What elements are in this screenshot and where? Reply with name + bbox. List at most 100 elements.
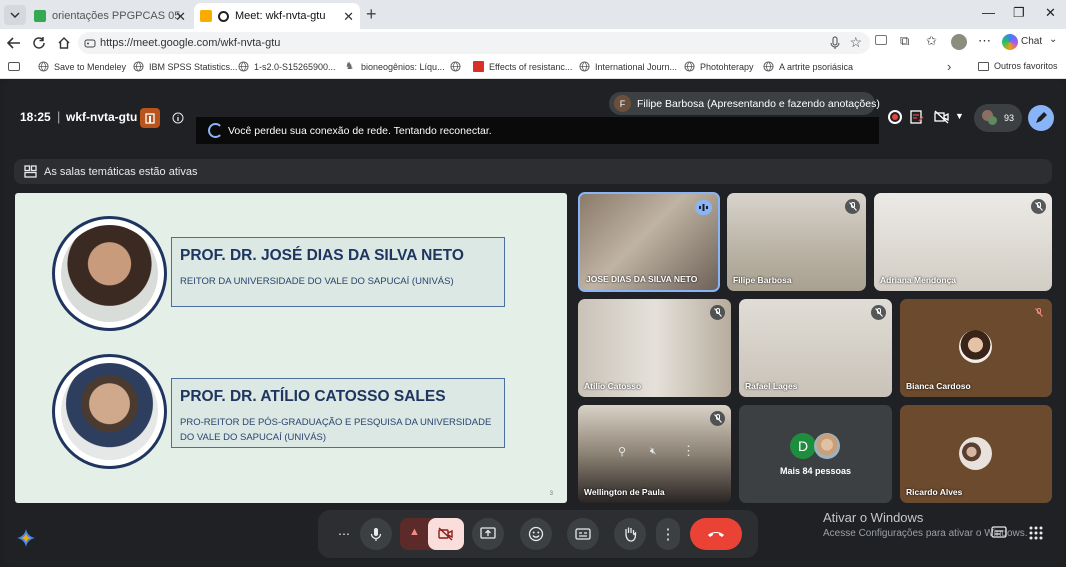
reload-icon[interactable] (29, 33, 49, 53)
present-screen-button[interactable] (472, 518, 504, 550)
other-favorites-folder[interactable]: Outros favoritos (978, 61, 1058, 71)
host-controls-icon[interactable] (140, 108, 160, 128)
more-controls-icon[interactable]: ⋯ (328, 518, 360, 550)
participant-tile[interactable]: Filipe Barbosa (727, 193, 866, 291)
reading-list-icon[interactable] (8, 62, 20, 71)
microphone-button[interactable] (360, 518, 392, 550)
browser-tab-strip: orientações PPGPCAS 05-08-2026 ✕ Meet: w… (0, 0, 1066, 29)
participant-tile[interactable]: Rafael Lages (739, 299, 892, 397)
camera-off-button[interactable] (428, 518, 464, 550)
more-options-icon[interactable]: ⋮ (682, 443, 695, 459)
extensions-icon[interactable]: ⧉ (900, 33, 909, 49)
dropdown-arrow-icon[interactable]: ▼ (955, 111, 964, 121)
back-icon[interactable] (4, 33, 24, 53)
window-close-icon[interactable]: ✕ (1045, 5, 1056, 21)
chevron-down-icon[interactable]: ⌄ (1049, 34, 1057, 45)
chevron-up-icon[interactable]: ▲ (409, 526, 420, 538)
participant-tile[interactable]: Ricardo Alves (900, 405, 1052, 503)
mic-off-icon (710, 411, 725, 426)
participant-tile[interactable]: ⚲ 🔇︎ ⋮ Wellington de Paula (578, 405, 731, 503)
participant-tile[interactable]: Bianca Cardoso (900, 299, 1052, 397)
captions-button[interactable] (567, 518, 599, 550)
bookmark-item[interactable]: Photohterapy (684, 61, 754, 72)
annotation-pen-button[interactable] (1028, 105, 1054, 131)
reactions-button[interactable] (520, 518, 552, 550)
notes-icon[interactable] (910, 110, 924, 124)
participant-tile[interactable]: JOSE DIAS DA SILVA NETO (578, 192, 720, 292)
mic-off-icon (710, 305, 725, 320)
participants-button[interactable]: 93 (974, 104, 1022, 132)
raise-hand-button[interactable] (614, 518, 646, 550)
network-warning-text: Você perdeu sua conexão de rede. Tentand… (228, 124, 492, 137)
pin-icon[interactable]: ⚲ (618, 445, 626, 458)
info-icon[interactable] (172, 112, 184, 124)
chat-label[interactable]: Chat (1021, 36, 1042, 47)
bookmark-item[interactable]: Save to Mendeley (38, 61, 126, 72)
recording-icon[interactable] (888, 110, 902, 124)
chevron-right-icon[interactable]: › (947, 59, 951, 74)
breakout-banner-text: As salas temáticas estão ativas (44, 165, 198, 178)
meeting-time: 18:25 (20, 110, 51, 124)
address-bar[interactable]: https://meet.google.com/wkf-nvta-gtu ☆ (78, 32, 870, 54)
more-participants-label: Mais 84 pessoas (779, 466, 852, 476)
captions-icon (575, 528, 591, 540)
participant-tile[interactable]: Atilio Catosso (578, 299, 731, 397)
tab-orientacoes[interactable]: orientações PPGPCAS 05-08-2026 ✕ (28, 3, 192, 29)
participant-name: Atilio Catosso (584, 381, 642, 391)
slide-page-number: 3 (549, 491, 553, 497)
speaker-name-card: PROF. DR. ATÍLIO CATOSSO SALES PRO-REITO… (171, 378, 505, 448)
close-tab-icon[interactable]: ✕ (175, 9, 186, 25)
speaking-indicator-icon (695, 200, 712, 215)
maximize-icon[interactable]: ❐ (1013, 5, 1025, 21)
profile-avatar[interactable] (951, 34, 967, 50)
site-info-icon[interactable] (84, 37, 96, 49)
bookmark-item[interactable]: 1-s2.0-S15265900... (238, 61, 336, 72)
participant-count: 93 (1003, 113, 1014, 123)
windows-activation-title: Ativar o Windows (823, 510, 924, 525)
bookmark-item[interactable]: A artrite psoriásica (763, 61, 853, 72)
participant-tile[interactable]: Adriana Mendonça (874, 193, 1052, 291)
gemini-icon[interactable] (16, 528, 36, 548)
minimize-icon[interactable]: — (982, 5, 995, 20)
home-icon[interactable] (54, 33, 74, 53)
presenter-chip[interactable]: F Filipe Barbosa (Apresentando e fazendo… (609, 92, 880, 115)
participant-name: Adriana Mendonça (880, 275, 957, 285)
camera-icon[interactable] (875, 35, 887, 45)
presenter-label: Filipe Barbosa (Apresentando e fazendo a… (637, 97, 880, 110)
avatar: F (614, 95, 631, 112)
copilot-icon[interactable] (1002, 34, 1018, 50)
favorites-icon[interactable]: ✩ (926, 33, 937, 49)
chat-icon[interactable] (991, 526, 1007, 540)
avatar (959, 330, 992, 363)
avatar (959, 437, 992, 470)
bookmark-item[interactable]: International Journ... (579, 61, 677, 72)
recording-icon (218, 10, 229, 22)
favorite-star-icon[interactable]: ☆ (849, 34, 862, 51)
more-participants-tile[interactable]: D Mais 84 pessoas (739, 405, 892, 503)
new-tab-icon[interactable]: + (366, 4, 377, 25)
folder-icon (978, 61, 989, 71)
url-text: https://meet.google.com/wkf-nvta-gtu (100, 37, 281, 49)
bookmark-label: bioneogênios: Líqu... (361, 61, 445, 72)
more-menu-icon[interactable]: ⋯ (978, 33, 991, 49)
raise-hand-icon (625, 527, 637, 542)
bookmark-item[interactable]: ♞ bioneogênios: Líqu... (345, 61, 445, 72)
activities-grid-icon[interactable] (1029, 526, 1043, 540)
close-tab-icon[interactable]: ✕ (343, 9, 354, 25)
tab-meet[interactable]: Meet: wkf-nvta-gtu ✕ (194, 3, 360, 29)
camera-off-icon[interactable] (934, 110, 950, 124)
globe-icon (38, 61, 49, 72)
breakout-rooms-banner[interactable]: As salas temáticas estão ativas (14, 159, 1052, 184)
bookmark-item[interactable]: Effects of resistanc... (473, 61, 572, 72)
tab-list-button[interactable] (4, 5, 26, 25)
globe-icon (579, 61, 590, 72)
tab-title: Meet: wkf-nvta-gtu (235, 10, 326, 22)
mute-participant-icon[interactable]: 🔇︎ (650, 446, 656, 457)
leave-call-button[interactable] (690, 518, 742, 550)
more-options-button[interactable]: ⋮ (656, 518, 680, 550)
bookmark-item[interactable]: IBM SPSS Statistics... (133, 61, 238, 72)
microphone-icon[interactable] (830, 36, 840, 50)
globe-icon (684, 61, 695, 72)
mic-off-icon (845, 199, 860, 214)
bookmark-item[interactable] (450, 61, 466, 72)
